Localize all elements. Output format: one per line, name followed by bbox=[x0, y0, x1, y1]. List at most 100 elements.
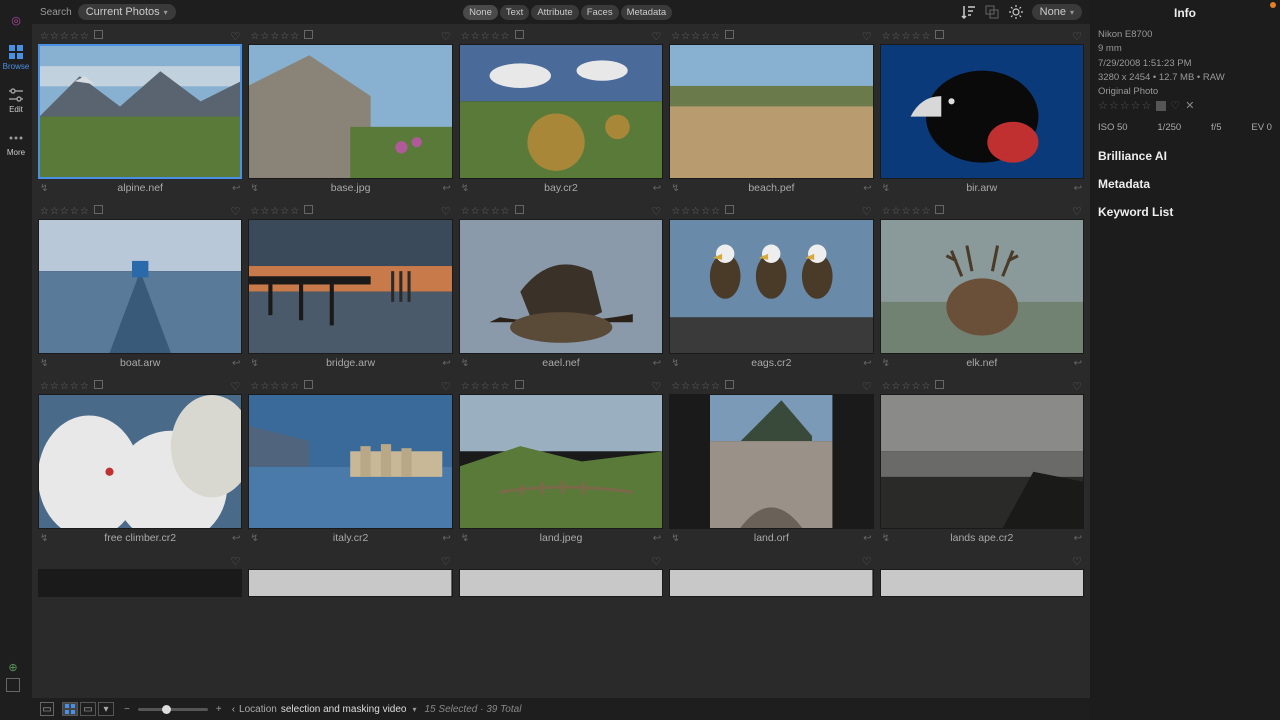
heart-icon[interactable]: ♡ bbox=[1072, 380, 1082, 393]
sync-icon[interactable]: ↯ bbox=[671, 183, 679, 194]
rating-stars[interactable]: ☆☆☆☆☆ bbox=[250, 30, 313, 42]
flag-box[interactable] bbox=[725, 205, 734, 214]
rating-stars[interactable]: ☆☆☆☆☆ bbox=[671, 205, 734, 217]
return-icon[interactable]: ↩ bbox=[232, 533, 240, 544]
rating-stars[interactable]: ☆☆☆☆☆ bbox=[461, 205, 524, 217]
flag-box[interactable] bbox=[304, 380, 313, 389]
sync-icon[interactable]: ↯ bbox=[250, 533, 258, 544]
return-icon[interactable]: ↩ bbox=[1074, 533, 1082, 544]
photo-thumbnail[interactable] bbox=[38, 394, 242, 529]
location-breadcrumb[interactable]: ‹ Location selection and masking video bbox=[232, 704, 417, 715]
sync-icon[interactable]: ↯ bbox=[40, 183, 48, 194]
flag-box[interactable] bbox=[94, 30, 103, 39]
sync-icon[interactable]: ↯ bbox=[250, 183, 258, 194]
filter-metadata[interactable]: Metadata bbox=[621, 5, 673, 20]
return-icon[interactable]: ↩ bbox=[863, 533, 871, 544]
section-metadata[interactable]: Metadata bbox=[1098, 167, 1272, 195]
photo-thumbnail[interactable] bbox=[880, 44, 1084, 179]
flag-box[interactable] bbox=[515, 205, 524, 214]
section-brilliance[interactable]: Brilliance AI bbox=[1098, 139, 1272, 167]
rating-stars[interactable]: ☆☆☆☆☆ bbox=[882, 205, 945, 217]
rating-stars[interactable]: ☆☆☆☆☆ bbox=[40, 205, 103, 217]
flag-box[interactable] bbox=[304, 30, 313, 39]
heart-icon[interactable]: ♡ bbox=[862, 205, 872, 218]
photo-thumbnail[interactable] bbox=[459, 569, 663, 597]
flag-box[interactable] bbox=[935, 380, 944, 389]
heart-icon[interactable]: ♡ bbox=[1072, 555, 1082, 568]
brightness-icon[interactable] bbox=[1008, 4, 1024, 20]
heart-icon[interactable]: ♡ bbox=[1072, 30, 1082, 43]
sync-icon[interactable]: ↯ bbox=[671, 358, 679, 369]
rating-stars[interactable]: ☆☆☆☆☆ bbox=[461, 380, 524, 392]
flag-box[interactable] bbox=[515, 380, 524, 389]
zoom-in[interactable]: + bbox=[214, 704, 224, 715]
rating-stars[interactable]: ☆☆☆☆☆ bbox=[250, 205, 313, 217]
heart-icon[interactable]: ♡ bbox=[231, 555, 241, 568]
search-scope-dropdown[interactable]: Current Photos bbox=[78, 4, 176, 20]
photo-thumbnail[interactable] bbox=[459, 394, 663, 529]
app-icon[interactable]: ◎ bbox=[0, 8, 32, 32]
rating-stars[interactable]: ☆☆☆☆☆ bbox=[671, 380, 734, 392]
rating-stars[interactable]: ☆☆☆☆☆ bbox=[40, 380, 103, 392]
return-icon[interactable]: ↩ bbox=[653, 533, 661, 544]
filter-attribute[interactable]: Attribute bbox=[531, 5, 578, 20]
heart-icon[interactable]: ♡ bbox=[441, 555, 451, 568]
photo-thumbnail[interactable] bbox=[880, 394, 1084, 529]
sync-icon[interactable]: ↯ bbox=[461, 533, 469, 544]
zoom-slider[interactable] bbox=[138, 708, 208, 711]
heart-icon[interactable]: ♡ bbox=[1170, 99, 1181, 112]
photo-thumbnail[interactable] bbox=[880, 219, 1084, 354]
close-icon[interactable]: ✕ bbox=[1185, 99, 1195, 112]
return-icon[interactable]: ↩ bbox=[863, 358, 871, 369]
zoom-out[interactable]: − bbox=[122, 704, 132, 715]
heart-icon[interactable]: ♡ bbox=[441, 30, 451, 43]
heart-icon[interactable]: ♡ bbox=[441, 205, 451, 218]
return-icon[interactable]: ↩ bbox=[442, 183, 450, 194]
return-icon[interactable]: ↩ bbox=[1074, 183, 1082, 194]
return-icon[interactable]: ↩ bbox=[442, 533, 450, 544]
sync-icon[interactable]: ↯ bbox=[671, 533, 679, 544]
rating-stars[interactable]: ☆☆☆☆☆ bbox=[40, 30, 103, 42]
rating-stars[interactable]: ☆☆☆☆☆ bbox=[671, 30, 734, 42]
rating-stars[interactable]: ☆☆☆☆☆ bbox=[250, 380, 313, 392]
section-keywords[interactable]: Keyword List bbox=[1098, 195, 1272, 223]
return-icon[interactable]: ↩ bbox=[232, 183, 240, 194]
sync-icon[interactable]: ↯ bbox=[882, 533, 890, 544]
sync-icon[interactable]: ↯ bbox=[40, 533, 48, 544]
flag-box[interactable] bbox=[935, 205, 944, 214]
sync-icon[interactable]: ↯ bbox=[882, 358, 890, 369]
copy-settings-icon[interactable] bbox=[984, 4, 1000, 20]
view-dropdown[interactable]: ▾ bbox=[98, 702, 114, 716]
flag-box[interactable] bbox=[94, 205, 103, 214]
photo-thumbnail[interactable] bbox=[459, 44, 663, 179]
sync-icon[interactable]: ↯ bbox=[40, 358, 48, 369]
browse-tab[interactable]: Browse bbox=[0, 40, 32, 75]
sync-icon[interactable]: ↯ bbox=[882, 183, 890, 194]
rating-stars[interactable]: ☆☆☆☆☆ bbox=[461, 30, 524, 42]
return-icon[interactable]: ↩ bbox=[653, 358, 661, 369]
photo-thumbnail[interactable] bbox=[669, 569, 873, 597]
layout-toggle[interactable]: ▭ bbox=[40, 702, 54, 716]
sort-icon[interactable] bbox=[960, 4, 976, 20]
heart-icon[interactable]: ♡ bbox=[651, 205, 661, 218]
photo-thumbnail[interactable] bbox=[669, 394, 873, 529]
sync-icon[interactable]: ↯ bbox=[461, 358, 469, 369]
heart-icon[interactable]: ♡ bbox=[441, 380, 451, 393]
photo-thumbnail[interactable] bbox=[38, 219, 242, 354]
rating-stars[interactable]: ☆☆☆☆☆ bbox=[882, 380, 945, 392]
sync-icon[interactable]: ↯ bbox=[461, 183, 469, 194]
more-tab[interactable]: More bbox=[0, 126, 32, 161]
return-icon[interactable]: ↩ bbox=[442, 358, 450, 369]
return-icon[interactable]: ↩ bbox=[653, 183, 661, 194]
heart-icon[interactable]: ♡ bbox=[231, 30, 241, 43]
heart-icon[interactable]: ♡ bbox=[231, 380, 241, 393]
heart-icon[interactable]: ♡ bbox=[1072, 205, 1082, 218]
flag-box[interactable] bbox=[304, 205, 313, 214]
photo-thumbnail[interactable] bbox=[459, 219, 663, 354]
heart-icon[interactable]: ♡ bbox=[651, 30, 661, 43]
filter-faces[interactable]: Faces bbox=[581, 5, 619, 20]
rating-stars[interactable]: ☆☆☆☆☆ bbox=[882, 30, 945, 42]
heart-icon[interactable]: ♡ bbox=[231, 205, 241, 218]
flag-box[interactable] bbox=[935, 30, 944, 39]
heart-icon[interactable]: ♡ bbox=[862, 30, 872, 43]
